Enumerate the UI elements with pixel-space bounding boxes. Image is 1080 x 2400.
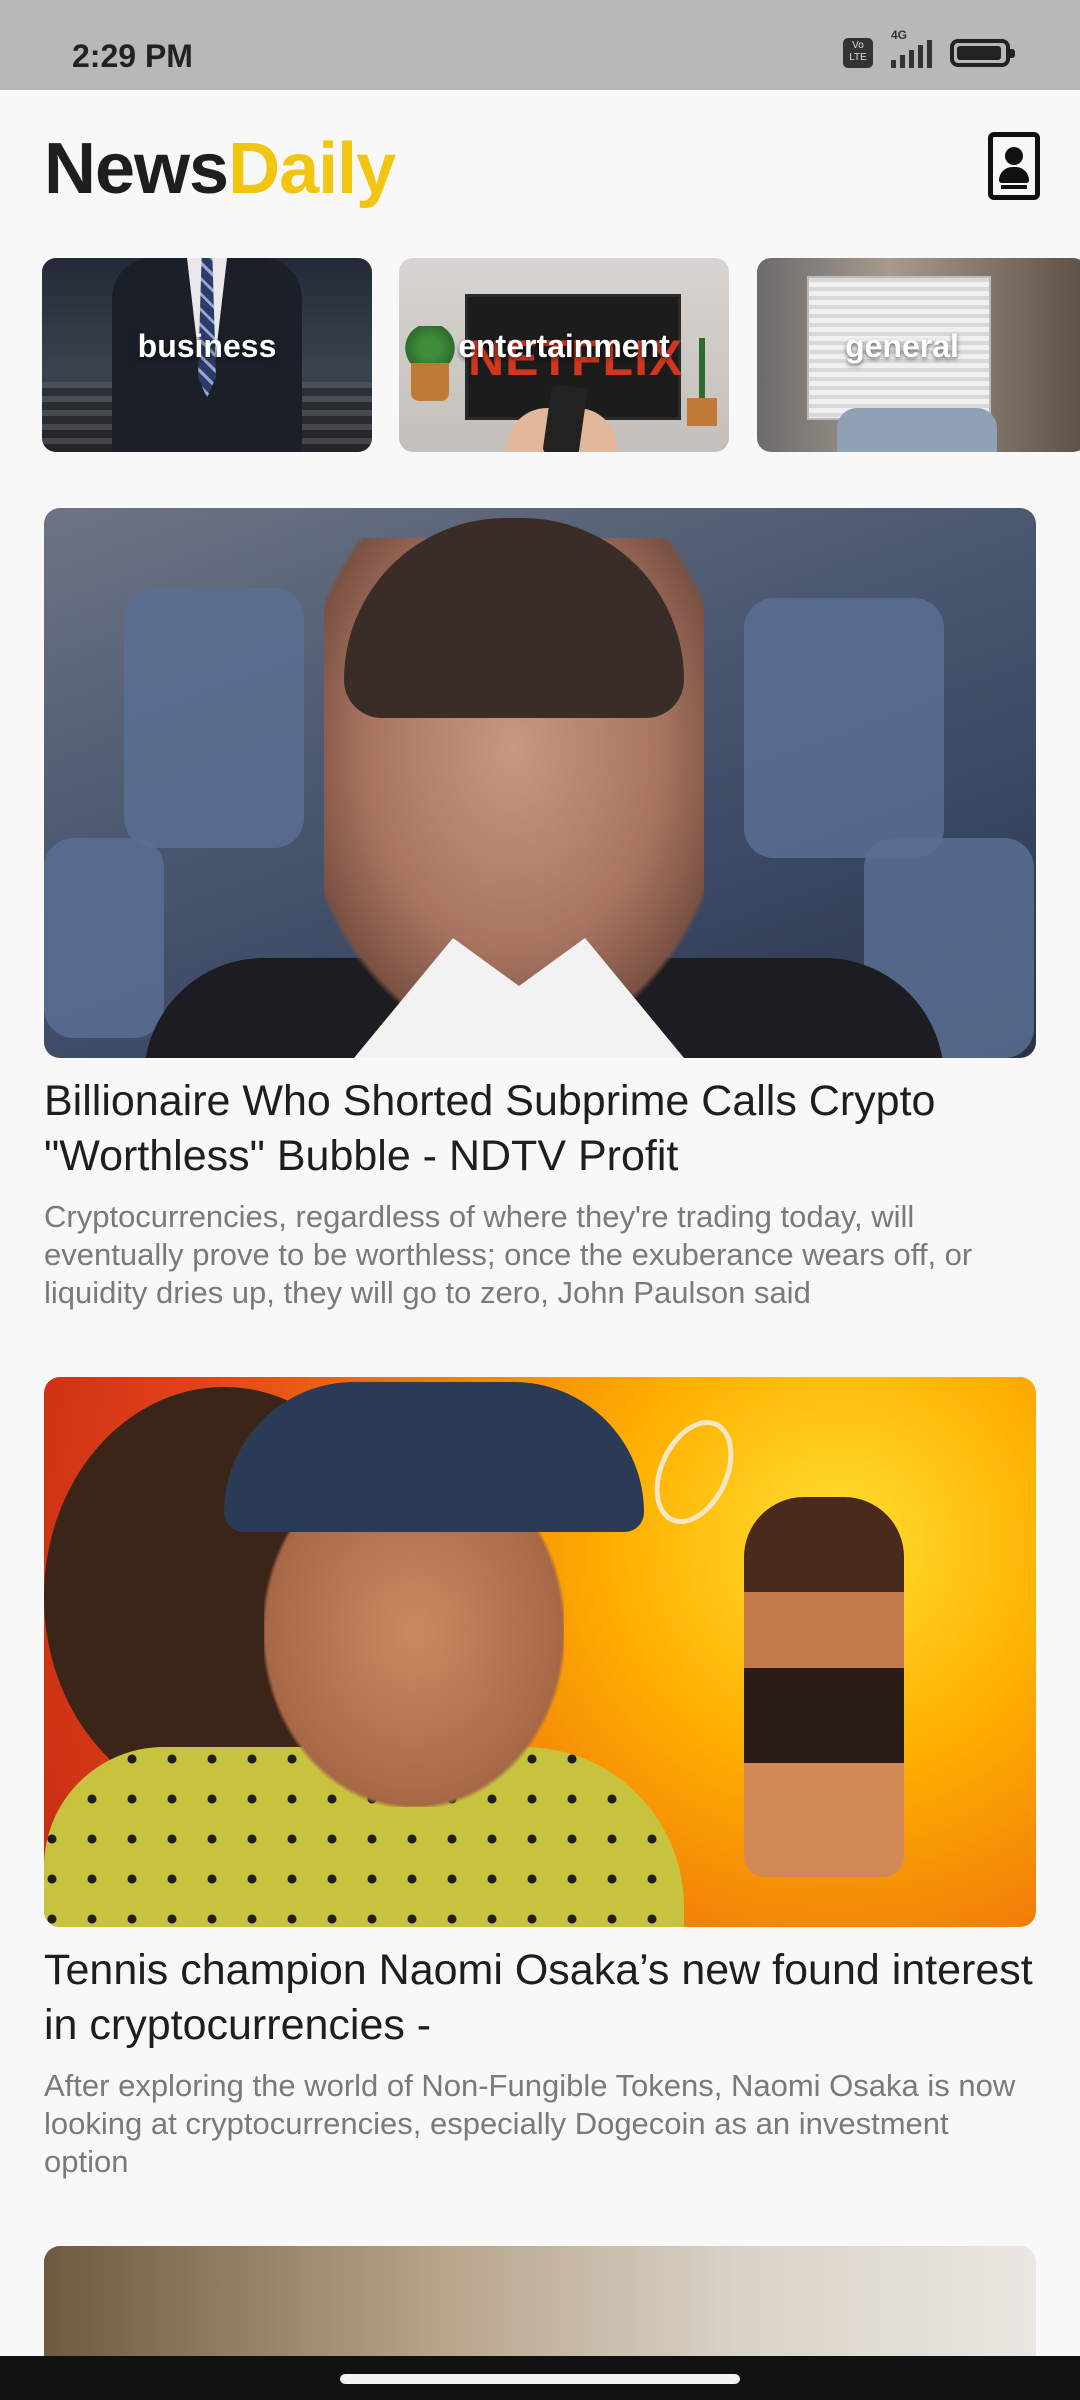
status-bar: 2:29 PM Vo LTE 4G [0, 0, 1080, 90]
article-card[interactable]: Tennis champion Naomi Osaka’s new found … [44, 1377, 1036, 2181]
article-image[interactable] [44, 508, 1036, 1058]
category-card-entertainment[interactable]: NETFLIX entertainment [399, 258, 729, 452]
category-label: general [845, 328, 959, 364]
category-label: entertainment [458, 328, 670, 364]
contact-card-icon[interactable] [988, 132, 1040, 200]
article-description: Cryptocurrencies, regardless of where th… [44, 1199, 973, 1310]
article-image[interactable] [44, 2246, 1036, 2366]
battery-icon [950, 39, 1015, 67]
category-carousel[interactable]: business NETFLIX entertainment general [0, 258, 1080, 452]
category-label: business [137, 328, 277, 364]
network-type-label: 4G [891, 28, 908, 42]
article-card[interactable]: Billionaire Who Shorted Subprime Calls C… [44, 508, 1036, 1312]
volte-icon: Vo LTE [843, 38, 873, 68]
app-logo: NewsDaily [44, 128, 396, 210]
status-time: 2:29 PM [72, 38, 193, 74]
article-title[interactable]: Tennis champion Naomi Osaka’s new found … [44, 1943, 1036, 2053]
home-gesture-handle[interactable] [340, 2374, 740, 2384]
article-description: After exploring the world of Non-Fungibl… [44, 2068, 1016, 2179]
category-card-general[interactable]: general [757, 258, 1080, 452]
signal-icon: 4G [891, 28, 932, 68]
app-bar: NewsDaily [0, 90, 1080, 250]
logo-news: News [44, 129, 229, 209]
category-card-business[interactable]: business [42, 258, 372, 452]
article-title[interactable]: Billionaire Who Shorted Subprime Calls C… [44, 1074, 1036, 1184]
status-icons: Vo LTE 4G [843, 28, 1015, 68]
logo-daily: Daily [228, 129, 396, 209]
article-card[interactable] [44, 2246, 1036, 2366]
article-image[interactable] [44, 1377, 1036, 1927]
system-nav-bar [0, 2356, 1080, 2400]
